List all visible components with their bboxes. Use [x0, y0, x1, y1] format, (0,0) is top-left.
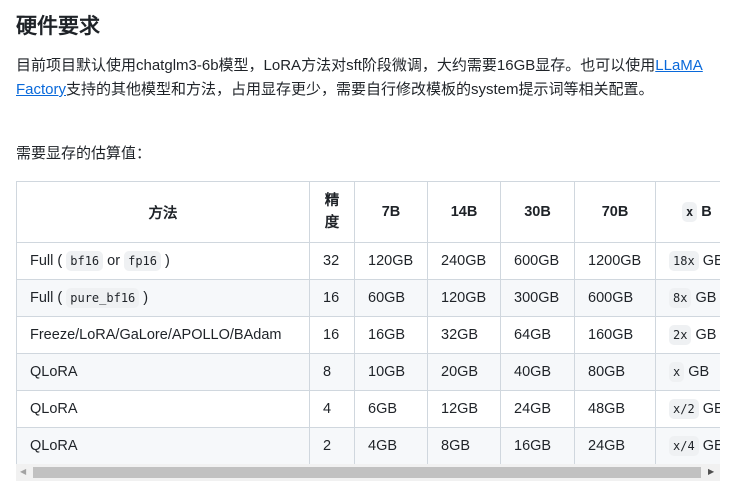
method-cell: QLoRA	[16, 427, 310, 464]
value-cell: 600GB	[574, 279, 656, 317]
value-cell: 160GB	[574, 316, 656, 354]
xb-cell: x GB	[655, 353, 720, 391]
table-row: QLoRA 4 6GB 12GB 24GB 48GB x/2 GB	[16, 390, 720, 428]
value-cell: 40GB	[500, 353, 575, 391]
value-cell: 32	[309, 242, 355, 280]
intro-text-2: 支持的其他模型和方法，占用显存更少，需要自行修改模板的system提示词等相关配…	[66, 81, 654, 98]
scrollbar-thumb[interactable]	[33, 467, 701, 478]
intro-text: 目前项目默认使用chatglm3-6b模型，LoRA方法对sft阶段微调，大约需…	[16, 57, 656, 74]
value-cell: 12GB	[427, 390, 501, 428]
vram-table: 方法 精度 7B 14B 30B 70B x B Full ( bf16 or fp16 )…	[16, 181, 720, 464]
value-cell: 8	[309, 353, 355, 391]
value-cell: 600GB	[500, 242, 575, 280]
value-cell: 64GB	[500, 316, 575, 354]
value-cell: 16GB	[500, 427, 575, 464]
value-cell: 16GB	[354, 316, 428, 354]
value-cell: 2	[309, 427, 355, 464]
table-row: QLoRA 8 10GB 20GB 40GB 80GB x GB	[16, 353, 720, 391]
horizontal-scrollbar[interactable]: ◀ ▶	[16, 464, 720, 481]
value-cell: 32GB	[427, 316, 501, 354]
table-row: Full ( bf16 or fp16 ) 32 120GB 240GB 600GB 12…	[16, 242, 720, 280]
value-cell: 16	[309, 316, 355, 354]
value-cell: 48GB	[574, 390, 656, 428]
xb-cell: 18x GB	[655, 242, 720, 280]
estimate-label: 需要显存的估算值：	[16, 145, 152, 162]
table-row: Full ( pure_bf16 ) 16 60GB 120GB 300GB 600GB 8…	[16, 279, 720, 317]
section-title: 硬件要求	[16, 15, 100, 38]
xb-cell: x/2 GB	[655, 390, 720, 428]
column-header: 7B	[354, 181, 428, 243]
column-header: 70B	[574, 181, 656, 243]
table-row: QLoRA 2 4GB 8GB 16GB 24GB x/4 GB	[16, 427, 720, 464]
value-cell: 1200GB	[574, 242, 656, 280]
method-cell: QLoRA	[16, 390, 310, 428]
value-cell: 8GB	[427, 427, 501, 464]
column-header: 14B	[427, 181, 501, 243]
scroll-right-icon[interactable]: ▶	[708, 467, 714, 476]
table-row: Freeze/LoRA/GaLore/APOLLO/BAdam 16 16GB 32G…	[16, 316, 720, 354]
method-cell: Full ( bf16 or fp16 )	[16, 242, 310, 280]
method-cell: Freeze/LoRA/GaLore/APOLLO/BAdam	[16, 316, 310, 354]
xb-cell: x/4 GB	[655, 427, 720, 464]
method-cell: Full ( pure_bf16 )	[16, 279, 310, 317]
value-cell: 120GB	[427, 279, 501, 317]
value-cell: 24GB	[574, 427, 656, 464]
value-cell: 60GB	[354, 279, 428, 317]
column-header: x B	[655, 181, 720, 243]
value-cell: 6GB	[354, 390, 428, 428]
scroll-left-icon[interactable]: ◀	[20, 467, 26, 476]
value-cell: 20GB	[427, 353, 501, 391]
value-cell: 24GB	[500, 390, 575, 428]
value-cell: 4	[309, 390, 355, 428]
intro-paragraph: 目前项目默认使用chatglm3-6b模型，LoRA方法对sft阶段微调，大约需…	[16, 54, 731, 102]
value-cell: 120GB	[354, 242, 428, 280]
xb-cell: 2x GB	[655, 316, 720, 354]
column-header: 精度	[309, 181, 355, 243]
xb-cell: 8x GB	[655, 279, 720, 317]
value-cell: 10GB	[354, 353, 428, 391]
value-cell: 300GB	[500, 279, 575, 317]
value-cell: 4GB	[354, 427, 428, 464]
column-header: 30B	[500, 181, 575, 243]
value-cell: 240GB	[427, 242, 501, 280]
method-cell: QLoRA	[16, 353, 310, 391]
code-x: x	[682, 202, 698, 222]
column-header: 方法	[16, 181, 310, 243]
table-scroll-container[interactable]: 方法 精度 7B 14B 30B 70B x B Full ( bf16 or fp16 )…	[16, 181, 720, 464]
value-cell: 80GB	[574, 353, 656, 391]
value-cell: 16	[309, 279, 355, 317]
